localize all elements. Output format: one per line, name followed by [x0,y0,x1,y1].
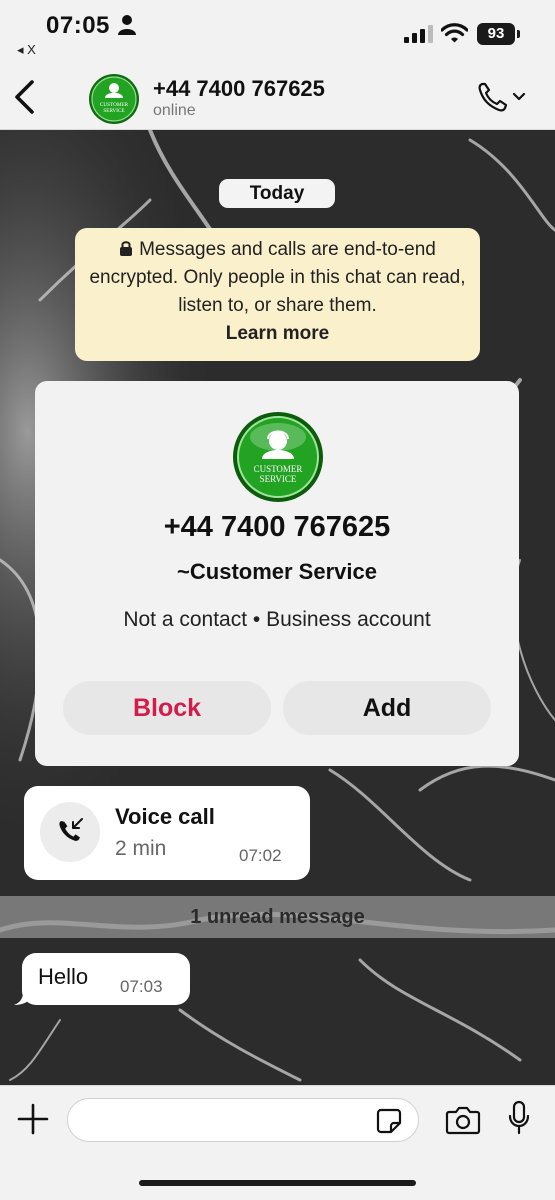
status-time: 07:05 [46,12,110,39]
camera-icon[interactable] [445,1104,481,1136]
card-avatar-text-2: SERVICE [260,474,297,484]
home-indicator [139,1180,416,1186]
message-input[interactable] [67,1098,419,1142]
phone-call-icon[interactable] [476,80,532,114]
card-phone-number: +44 7400 767625 [163,511,391,543]
lock-icon [120,241,133,256]
card-avatar-text-1: CUSTOMER [254,464,303,474]
encryption-text: Messages and calls are end-to-end encryp… [89,239,466,316]
back-to-app-link[interactable]: ◂ X [17,42,36,58]
voice-call-title: Voice call [115,804,215,829]
battery-indicator: 93 [477,23,515,45]
sticker-icon[interactable] [376,1108,402,1134]
incoming-message[interactable]: Hello 07:03 [22,953,190,1005]
header-avatar-text-2: SERVICE [103,108,124,114]
person-icon [118,15,136,35]
card-contact-meta: Not a contact • Business account [123,608,431,631]
message-time: 07:03 [120,977,163,996]
incoming-call-icon [40,802,100,862]
encryption-notice[interactable]: Messages and calls are end-to-end encryp… [75,228,480,361]
learn-more-link[interactable]: Learn more [226,323,329,344]
plus-icon[interactable] [16,1102,50,1136]
card-contact-name: ~Customer Service [177,559,377,584]
voice-call-time: 07:02 [239,846,282,865]
voice-call-message[interactable]: Voice call 2 min 07:02 [24,786,310,880]
chat-header: 07:05 ◂ X 93 CUSTOMER SERVICE +44 7400 7… [0,0,555,130]
contact-info-card: CUSTOMER SERVICE +44 7400 767625 ~Custom… [35,381,519,766]
voice-call-duration: 2 min [115,837,167,860]
contact-card-avatar: CUSTOMER SERVICE [233,412,323,502]
battery-tip [517,30,520,38]
wifi-icon [441,23,468,43]
contact-name[interactable]: +44 7400 767625 [153,76,325,102]
back-chevron-icon[interactable] [8,76,42,118]
contact-status: online [153,102,196,119]
message-text: Hello [38,964,89,989]
date-separator: Today [219,179,335,208]
block-button[interactable]: Block [63,681,271,735]
contact-avatar[interactable]: CUSTOMER SERVICE [88,73,140,125]
microphone-icon[interactable] [507,1100,531,1136]
unread-messages-divider: 1 unread message [0,896,555,938]
signal-icon [404,25,433,43]
add-contact-button[interactable]: Add [283,681,491,735]
